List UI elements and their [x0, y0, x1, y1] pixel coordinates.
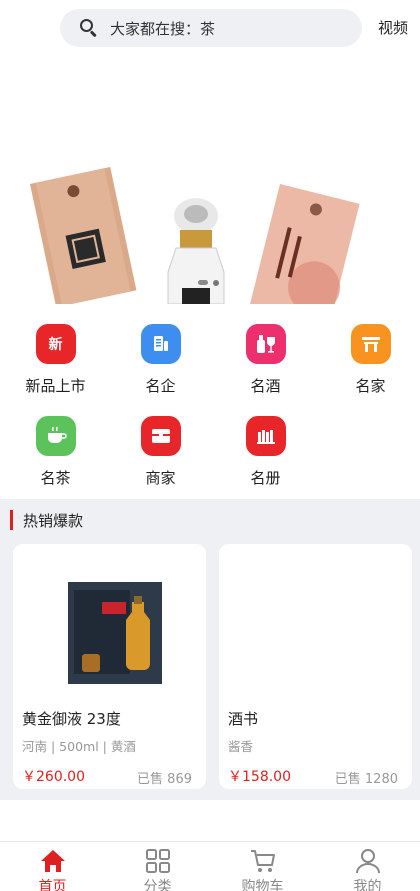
header: 大家都在搜：茶 视频	[0, 0, 420, 56]
tab-cart[interactable]: 购物车	[210, 842, 315, 891]
category-tea[interactable]: 名茶	[3, 416, 108, 488]
banner-carousel[interactable]	[0, 56, 420, 304]
tab-label: 我的	[353, 879, 382, 891]
gate-icon	[350, 324, 391, 364]
category-new[interactable]: 新 新品上市	[3, 324, 108, 396]
category-label: 名企	[145, 377, 176, 395]
section-title-bar	[10, 510, 13, 530]
product-price: ￥260.00	[22, 769, 85, 785]
product-sold-count: 已售 869	[137, 772, 192, 787]
product-sold-count: 已售 1280	[334, 772, 398, 787]
category-label: 名家	[355, 377, 386, 395]
product-card[interactable]: 黄金御液 23度 河南 | 500ml | 黄酒 ￥260.00 已售 869	[13, 544, 206, 789]
category-label: 名酒	[250, 377, 281, 395]
new-icon-glyph: 新	[48, 337, 63, 353]
product-price: ￥158.00	[228, 769, 291, 785]
wine-bottle-icon	[245, 324, 286, 364]
category-label: 名册	[250, 469, 281, 487]
category-master[interactable]: 名家	[318, 324, 420, 396]
tab-category[interactable]: 分类	[105, 842, 210, 891]
tab-label: 分类	[143, 879, 172, 891]
category-label: 新品上市	[25, 377, 86, 395]
banner-image	[30, 166, 360, 304]
section-title: 热销爆款	[10, 510, 83, 530]
document-icon	[140, 324, 181, 364]
section-title-text: 热销爆款	[23, 511, 84, 530]
book-shelf-icon	[245, 416, 286, 456]
product-card[interactable]: 酒书 酱香 ￥158.00 已售 1280	[219, 544, 412, 789]
carousel-indicator	[198, 280, 219, 286]
new-icon: 新	[35, 324, 76, 364]
home-icon	[40, 850, 65, 872]
carousel-dot-active	[198, 280, 208, 285]
category-wine[interactable]: 名酒	[213, 324, 318, 396]
bottom-tab-bar: 首页 分类 购物车 我的	[0, 841, 420, 891]
search-placeholder: 大家都在搜：茶	[110, 19, 216, 38]
product-spec: 河南 | 500ml | 黄酒	[22, 739, 136, 754]
video-link[interactable]: 视频	[378, 17, 408, 38]
shop-icon	[140, 416, 181, 456]
carousel-dot	[213, 280, 219, 286]
category-label: 商家	[145, 469, 176, 487]
tab-label: 首页	[38, 879, 67, 891]
grid-icon	[145, 849, 170, 873]
tab-label: 购物车	[241, 879, 284, 891]
category-register[interactable]: 名册	[213, 416, 318, 488]
search-bar[interactable]: 大家都在搜：茶	[60, 9, 362, 47]
tab-mine[interactable]: 我的	[315, 842, 420, 891]
cart-icon	[250, 850, 275, 872]
category-merchant[interactable]: 商家	[108, 416, 213, 488]
category-company[interactable]: 名企	[108, 324, 213, 396]
product-name: 酒书	[228, 710, 259, 728]
product-name: 黄金御液 23度	[22, 710, 121, 728]
product-spec: 酱香	[228, 739, 254, 754]
tab-home[interactable]: 首页	[0, 842, 105, 891]
search-icon	[80, 19, 98, 38]
user-icon	[355, 849, 380, 874]
product-image	[68, 582, 162, 684]
category-label: 名茶	[40, 469, 71, 487]
tea-cup-icon	[35, 416, 76, 456]
